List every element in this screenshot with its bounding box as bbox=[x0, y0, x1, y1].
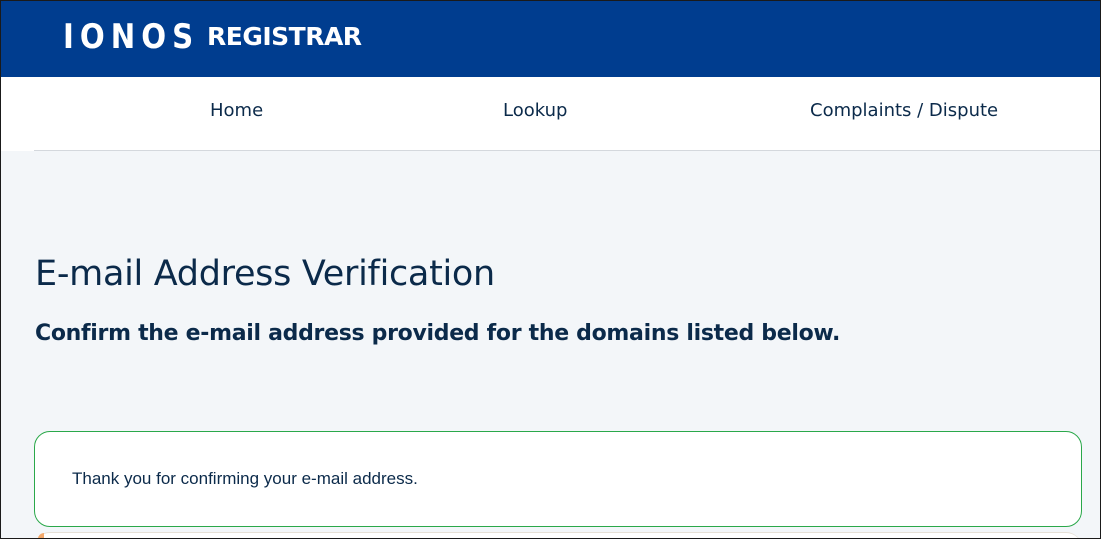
top-header-bar: IONOS REGISTRAR bbox=[1, 1, 1100, 77]
success-message-box: Thank you for confirming your e-mail add… bbox=[34, 431, 1082, 527]
ionos-logo[interactable]: IONOS bbox=[63, 15, 199, 59]
next-panel-edge bbox=[34, 532, 1082, 538]
page-subtitle: Confirm the e-mail address provided for … bbox=[35, 321, 841, 346]
nav-link-home[interactable]: Home bbox=[210, 99, 263, 123]
next-panel-accent bbox=[38, 533, 44, 538]
page-frame: IONOS REGISTRAR Home Lookup Complaints /… bbox=[0, 0, 1101, 539]
success-message-text: Thank you for confirming your e-mail add… bbox=[72, 469, 418, 488]
nav-divider bbox=[34, 150, 1100, 151]
registrar-label: REGISTRAR bbox=[207, 22, 362, 51]
nav-link-lookup[interactable]: Lookup bbox=[503, 99, 567, 123]
nav-link-complaints-dispute[interactable]: Complaints / Dispute bbox=[810, 99, 998, 123]
page-title: E-mail Address Verification bbox=[35, 254, 495, 294]
